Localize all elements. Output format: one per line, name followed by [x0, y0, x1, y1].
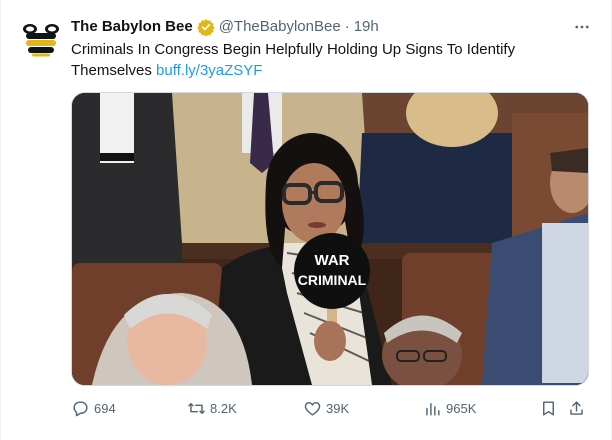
share-icon	[570, 400, 583, 415]
reply-count: 694	[94, 400, 116, 416]
tweet-body: Criminals In Congress Begin Helpfully Ho…	[71, 41, 516, 79]
tweet-link[interactable]: buff.ly/3yaZSYF	[156, 62, 262, 79]
sign-text-line1: WAR	[315, 252, 350, 269]
repost-icon	[188, 402, 205, 414]
sign-text-line2: CRIMINAL	[298, 272, 367, 288]
separator-dot: ·	[344, 18, 350, 35]
author-handle[interactable]: @TheBabylonBee	[219, 17, 341, 37]
repost-count: 8.2K	[210, 400, 237, 416]
reply-button[interactable]: 694	[71, 396, 116, 420]
bookmark-icon	[543, 400, 554, 416]
share-button[interactable]	[567, 396, 590, 420]
analytics-icon	[426, 402, 440, 416]
verified-badge-icon[interactable]	[197, 18, 215, 36]
view-count: 965K	[446, 400, 477, 416]
tweet-card[interactable]: The Babylon Bee @TheBabylonBee · 19h Cri…	[0, 0, 612, 440]
like-button[interactable]: 39K	[303, 396, 349, 420]
views-button[interactable]: 965K	[423, 396, 476, 420]
tweet-actions: 694 8.2K 39K 965K	[71, 396, 591, 420]
author-name[interactable]: The Babylon Bee	[71, 17, 193, 37]
like-count: 39K	[326, 400, 350, 416]
tweet-timestamp[interactable]: 19h	[354, 17, 379, 37]
tweet-media-photo[interactable]: WAR CRIMINAL	[71, 92, 589, 386]
more-horizontal-icon	[575, 25, 589, 29]
heart-icon	[304, 401, 321, 416]
author-avatar[interactable]	[21, 18, 61, 58]
babylon-bee-logo-icon	[21, 18, 61, 58]
photo-scene: WAR CRIMINAL	[72, 93, 588, 385]
bookmark-button[interactable]	[539, 396, 562, 420]
tweet-header: The Babylon Bee @TheBabylonBee · 19h	[71, 17, 571, 37]
more-options-button[interactable]	[571, 16, 593, 38]
repost-button[interactable]: 8.2K	[187, 396, 237, 420]
tweet-text: Criminals In Congress Begin Helpfully Ho…	[71, 39, 571, 81]
reply-icon	[73, 400, 88, 416]
